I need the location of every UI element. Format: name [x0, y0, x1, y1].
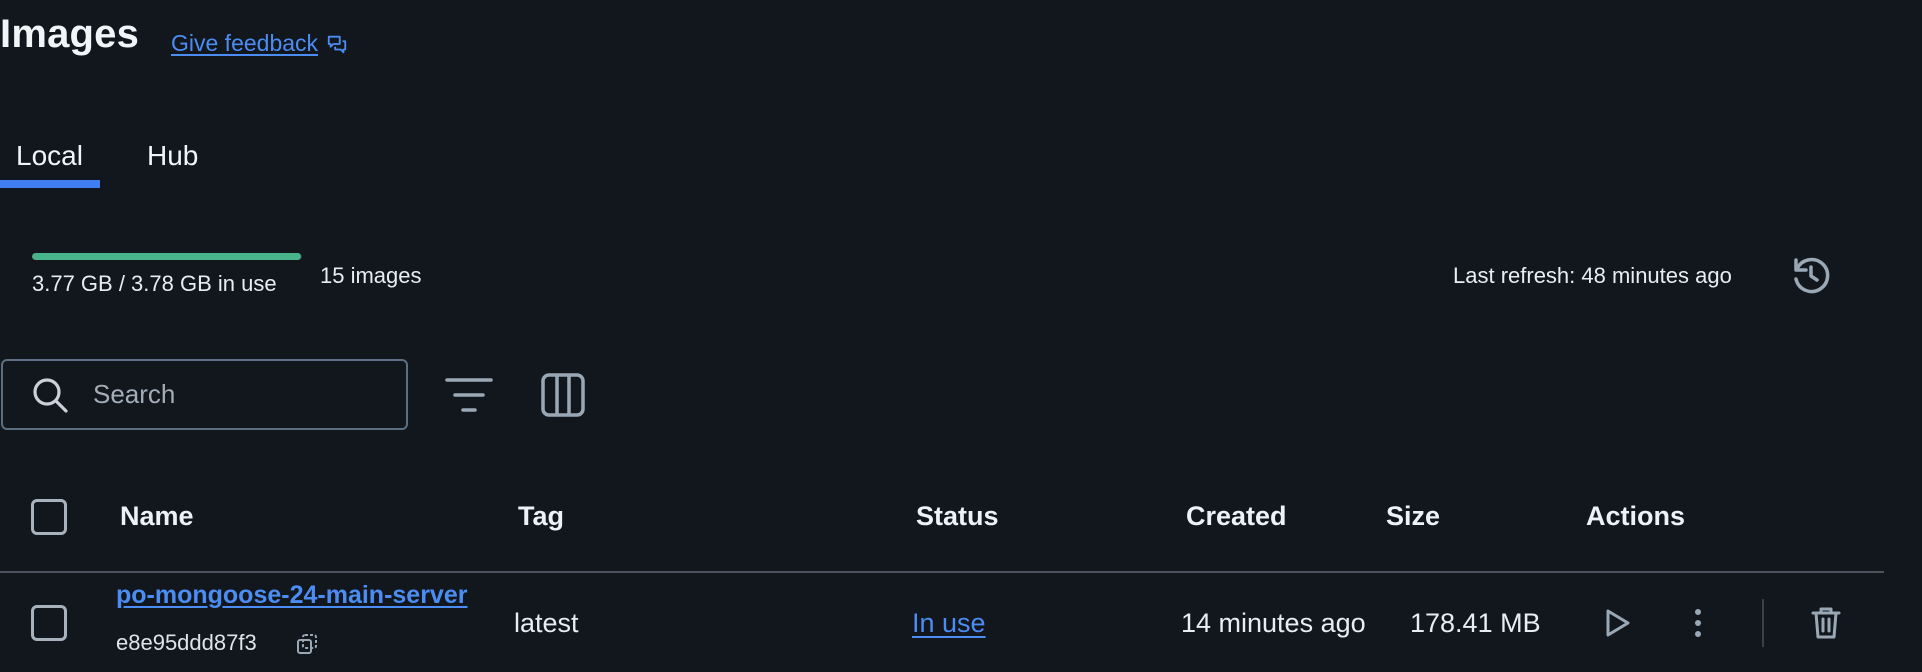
- image-status-link[interactable]: In use: [912, 608, 986, 639]
- give-feedback-label: Give feedback: [171, 30, 319, 56]
- delete-button[interactable]: [1810, 606, 1842, 640]
- tab-local[interactable]: Local: [16, 140, 83, 172]
- more-actions-button[interactable]: [1685, 607, 1711, 639]
- actions-separator: [1762, 599, 1764, 647]
- chat-bubbles-icon: [327, 35, 347, 53]
- more-vertical-icon: [1695, 609, 1701, 637]
- table-header-divider: [0, 571, 1884, 573]
- play-icon: [1606, 609, 1630, 637]
- image-name-link[interactable]: po-mongoose-24-main-server: [116, 581, 498, 610]
- column-header-created[interactable]: Created: [1186, 501, 1287, 532]
- give-feedback-link[interactable]: Give feedback: [171, 30, 348, 57]
- last-refresh-text: Last refresh: 48 minutes ago: [1453, 263, 1732, 288]
- search-icon: [33, 377, 68, 413]
- image-count: 15 images: [320, 263, 422, 288]
- tab-hub[interactable]: Hub: [147, 140, 198, 172]
- search-box[interactable]: [1, 359, 408, 430]
- refresh-button[interactable]: [1788, 252, 1834, 298]
- column-header-name[interactable]: Name: [120, 501, 194, 532]
- filter-button[interactable]: [443, 374, 495, 416]
- page-title: Images: [0, 12, 140, 56]
- select-all-checkbox[interactable]: [31, 499, 67, 535]
- filter-icon: [445, 378, 493, 412]
- image-id: e8e95ddd87f3: [116, 630, 257, 655]
- trash-icon: [1811, 607, 1841, 639]
- run-button[interactable]: [1601, 607, 1633, 639]
- columns-icon: [541, 373, 585, 417]
- image-created: 14 minutes ago: [1181, 608, 1366, 638]
- column-header-actions: Actions: [1586, 501, 1686, 531]
- search-input[interactable]: [91, 378, 375, 411]
- disk-usage-fill: [32, 253, 302, 260]
- copy-icon: [297, 634, 317, 654]
- column-header-tag[interactable]: Tag: [518, 501, 564, 532]
- image-size: 178.41 MB: [1410, 608, 1541, 638]
- refresh-icon: [1794, 257, 1830, 294]
- image-tag: latest: [514, 608, 579, 638]
- copy-id-button[interactable]: [295, 632, 319, 656]
- row-select-checkbox[interactable]: [31, 605, 67, 641]
- active-tab-indicator: [0, 180, 100, 188]
- columns-button[interactable]: [540, 372, 586, 418]
- disk-usage-text: 3.77 GB / 3.78 GB in use: [32, 271, 277, 296]
- disk-usage-bar: [32, 253, 302, 260]
- column-header-status[interactable]: Status: [916, 501, 999, 532]
- column-header-size[interactable]: Size: [1386, 501, 1440, 532]
